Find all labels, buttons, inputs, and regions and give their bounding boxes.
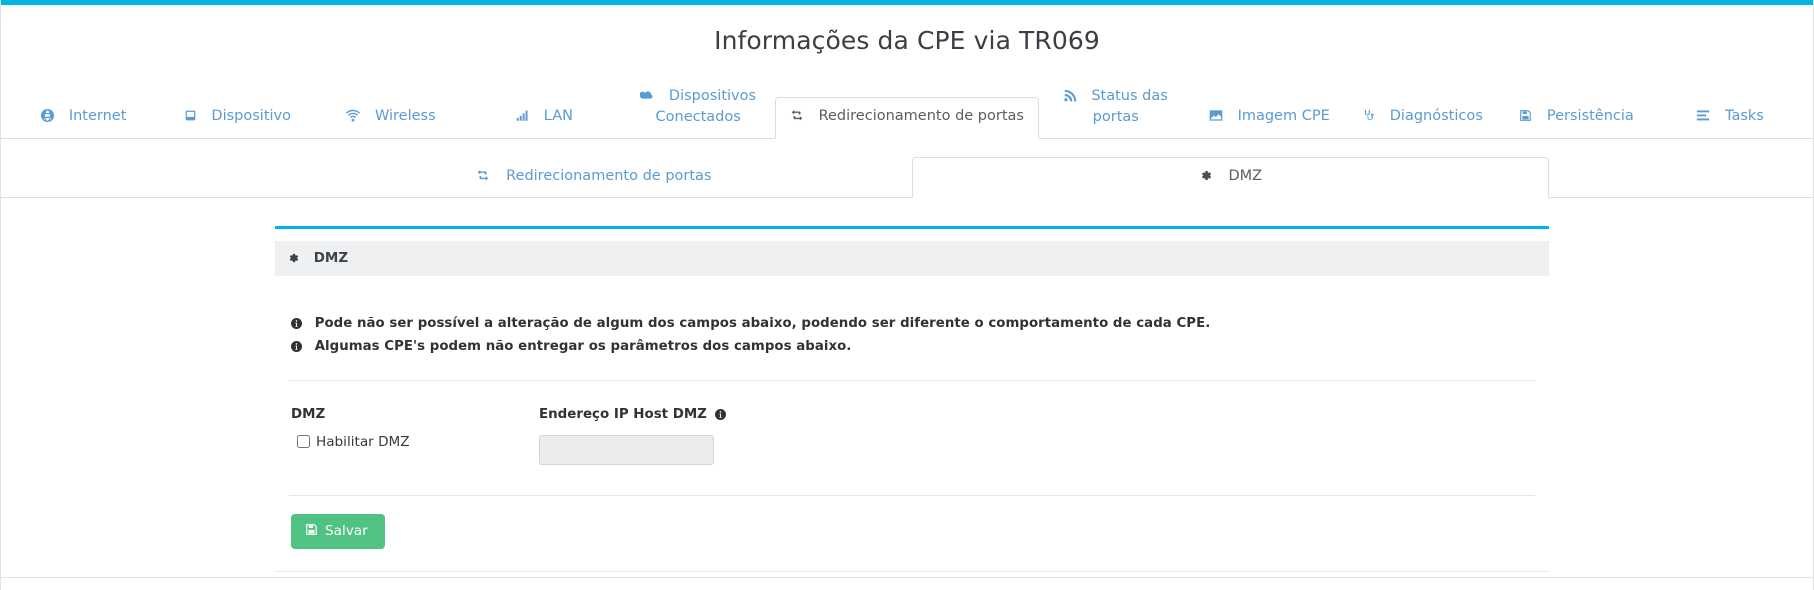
tab-internet[interactable]: Internet xyxy=(7,97,161,139)
floppy-disk-icon xyxy=(305,523,318,540)
panel-heading: DMZ xyxy=(275,241,1549,277)
tab-label: Tasks xyxy=(1725,107,1764,124)
card-bottom-rule xyxy=(275,570,1549,572)
globe-icon xyxy=(41,108,59,128)
floppy-disk-icon xyxy=(1519,108,1537,128)
dmz-host-ip-input[interactable] xyxy=(539,434,714,465)
page-root: Informações da CPE via TR069 Internet Di… xyxy=(0,0,1814,590)
tab-label: Diagnósticos xyxy=(1389,107,1483,124)
dmz-enable-checkbox[interactable] xyxy=(297,435,310,449)
tab-tasks[interactable]: Tasks xyxy=(1653,97,1807,139)
dmz-host-ip-field: Endereço IP Host DMZ xyxy=(539,407,999,465)
tab-label: Dispositivos Conectados xyxy=(655,88,757,125)
stethoscope-icon xyxy=(1363,108,1380,128)
device-icon xyxy=(184,108,202,128)
subtab-label: Redirecionamento de portas xyxy=(506,168,712,185)
tab-label: Wireless xyxy=(374,107,436,124)
note-text: Pode não ser possível a alteração de alg… xyxy=(314,316,1211,332)
gear-icon xyxy=(287,251,309,267)
tab-label: Imagem CPE xyxy=(1237,107,1330,124)
tab-label: Status das portas xyxy=(1091,88,1168,125)
save-button-label: Salvar xyxy=(325,523,368,540)
exchange-icon xyxy=(476,169,496,185)
tab-lan[interactable]: LAN xyxy=(468,97,622,139)
page-bottom-rule xyxy=(1,577,1813,578)
tab-diagnosticos[interactable]: Diagnósticos xyxy=(1346,97,1500,139)
top-accent-bar xyxy=(1,0,1813,5)
tab-label: Redirecionamento de portas xyxy=(818,107,1024,124)
tab-redirecionamento-de-portas[interactable]: Redirecionamento de portas xyxy=(774,96,1039,140)
content-wrapper: DMZ Pode não ser possível a alteração de… xyxy=(1,226,1813,572)
tab-label: Persistência xyxy=(1546,107,1634,124)
sub-tab-bar: Redirecionamento de portas DMZ xyxy=(1,157,1813,199)
note-line: Pode não ser possível a alteração de alg… xyxy=(291,314,1533,334)
tab-label: Dispositivo xyxy=(211,107,291,124)
action-row: Salvar xyxy=(275,496,1549,549)
panel-heading-label: DMZ xyxy=(313,250,349,267)
dmz-enable-field: DMZ Habilitar DMZ xyxy=(291,407,539,465)
dmz-host-ip-label-text: Endereço IP Host DMZ xyxy=(539,406,707,422)
subtab-label: DMZ xyxy=(1228,168,1263,185)
dmz-card: DMZ Pode não ser possível a alteração de… xyxy=(275,226,1549,572)
save-button[interactable]: Salvar xyxy=(291,513,385,549)
page-title: Informações da CPE via TR069 xyxy=(714,26,1100,55)
image-icon xyxy=(1209,108,1228,128)
note-text: Algumas CPE's podem não entregar os parâ… xyxy=(314,339,852,355)
dmz-label: DMZ xyxy=(291,406,326,422)
wifi-icon xyxy=(346,108,365,128)
tab-persistencia[interactable]: Persistência xyxy=(1500,97,1654,139)
dmz-form-row: DMZ Habilitar DMZ Endereço IP Host DMZ xyxy=(275,381,1549,465)
list-icon xyxy=(1696,108,1715,128)
dmz-checkbox-label: Habilitar DMZ xyxy=(316,433,410,450)
exchange-icon xyxy=(790,108,809,128)
tab-status-das-portas[interactable]: Status das portas xyxy=(1039,77,1193,138)
info-circle-icon xyxy=(291,317,311,332)
tab-imagem-cpe[interactable]: Imagem CPE xyxy=(1193,97,1347,139)
cloud-icon xyxy=(640,88,659,108)
notes-block: Pode não ser possível a alteração de alg… xyxy=(275,276,1549,358)
signal-bars-icon xyxy=(516,108,534,128)
tab-dispositivo[interactable]: Dispositivo xyxy=(161,97,315,139)
main-tab-bar: Internet Dispositivo Wireless LAN Dispos xyxy=(1,77,1813,140)
tab-wireless[interactable]: Wireless xyxy=(314,97,468,139)
subtab-dmz[interactable]: DMZ xyxy=(912,157,1549,199)
tab-label: LAN xyxy=(543,107,573,124)
info-circle-icon xyxy=(291,340,311,355)
dmz-host-ip-label: Endereço IP Host DMZ xyxy=(539,407,999,423)
subtab-redirecionamento-de-portas[interactable]: Redirecionamento de portas xyxy=(275,157,912,197)
gear-icon xyxy=(1199,169,1218,185)
info-circle-icon[interactable] xyxy=(711,408,726,423)
dmz-checkbox-row[interactable]: Habilitar DMZ xyxy=(291,434,539,450)
tab-dispositivos-conectados[interactable]: Dispositivos Conectados xyxy=(621,77,775,138)
rss-icon xyxy=(1064,88,1082,108)
tab-label: Internet xyxy=(68,107,127,124)
note-line: Algumas CPE's podem não entregar os parâ… xyxy=(291,337,1533,357)
